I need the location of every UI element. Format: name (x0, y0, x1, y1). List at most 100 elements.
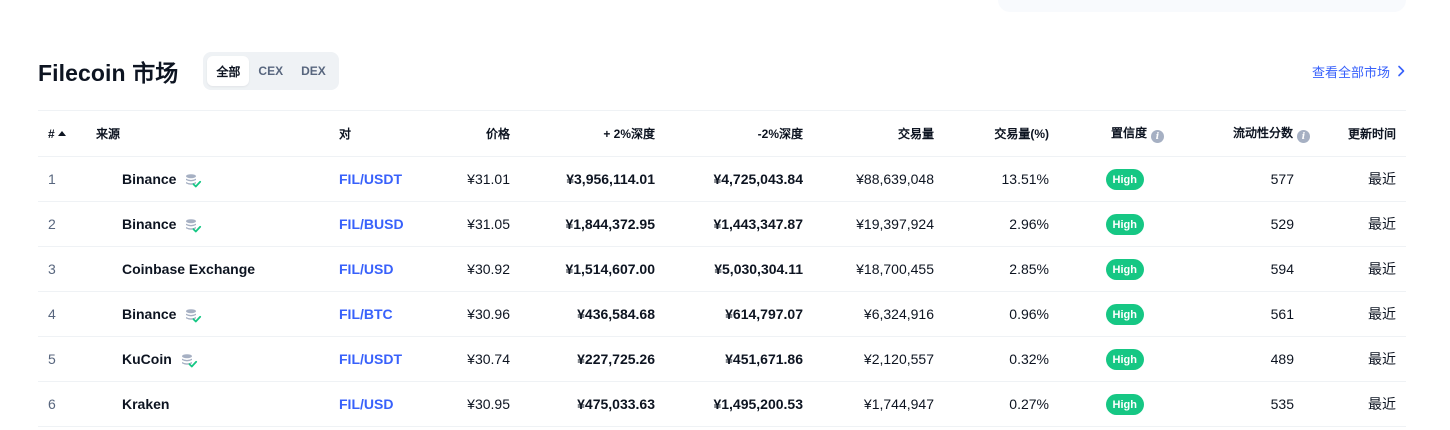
row-pair-link[interactable]: FIL/USDT (339, 336, 435, 382)
row-updated: 最近 (1312, 246, 1406, 292)
verified-reserves-icon[interactable] (184, 307, 202, 325)
confidence-badge[interactable]: High (1105, 303, 1144, 325)
col-pair-header[interactable]: 对 (339, 110, 435, 157)
row-depth-minus: ¥614,797.07 (655, 291, 803, 337)
table-row[interactable]: 3 Coinbase Exchange FIL/USD ¥30.92 ¥1,514,60… (38, 246, 1406, 292)
confidence-badge[interactable]: High (1105, 348, 1144, 370)
markets-table: # 来源 对 价格 + 2%深度 -2%深度 交易量 交易量(%) 置信度 i 流… (38, 110, 1406, 427)
row-source[interactable]: Coinbase Exchange (93, 246, 339, 292)
col-confidence-label: 置信度 (1110, 125, 1147, 140)
row-confidence: High (1049, 381, 1166, 427)
row-source[interactable]: Binance (93, 156, 339, 202)
row-volume-pct: 0.96% (934, 291, 1049, 337)
verified-reserves-icon[interactable] (180, 352, 198, 370)
top-card (998, 0, 1406, 12)
row-updated: 最近 (1312, 381, 1406, 427)
row-volume: ¥6,324,916 (803, 291, 934, 337)
row-volume-pct: 2.96% (934, 201, 1049, 247)
col-confidence-header[interactable]: 置信度 i (1049, 110, 1166, 157)
tab-cex[interactable]: CEX (249, 56, 292, 86)
col-depth-plus-header[interactable]: + 2%深度 (510, 110, 655, 157)
row-depth-minus: ¥5,030,304.11 (655, 246, 803, 292)
verified-reserves-icon[interactable] (184, 172, 202, 190)
row-depth-minus: ¥4,725,043.84 (655, 156, 803, 202)
row-volume: ¥1,744,947 (803, 381, 934, 427)
table-row[interactable]: 1 Binance FIL/USDT ¥31.01 ¥3,956,114.01 ¥4,72… (38, 156, 1406, 202)
row-depth-plus: ¥1,514,607.00 (510, 246, 655, 292)
row-liquidity: 561 (1166, 291, 1312, 337)
table-row[interactable]: 2 Binance FIL/BUSD ¥31.05 ¥1,844,372.95 ¥1,44… (38, 201, 1406, 247)
table-row[interactable]: 5 KuCoin FIL/USDT ¥30.74 ¥227,725.26 ¥451,671… (38, 336, 1406, 382)
row-source[interactable]: Binance (93, 291, 339, 337)
markets-header: Filecoin 市场 全部 CEX DEX 查看全部市场 (38, 52, 1406, 90)
row-updated: 最近 (1312, 156, 1406, 202)
confidence-badge[interactable]: High (1105, 168, 1144, 190)
row-depth-minus: ¥1,495,200.53 (655, 381, 803, 427)
table-header-row: # 来源 对 价格 + 2%深度 -2%深度 交易量 交易量(%) 置信度 i 流… (38, 110, 1406, 157)
confidence-badge[interactable]: High (1105, 393, 1144, 415)
row-depth-plus: ¥1,844,372.95 (510, 201, 655, 247)
row-confidence: High (1049, 156, 1166, 202)
table-row[interactable]: 4 Binance FIL/BTC ¥30.96 ¥436,584.68 ¥614,797… (38, 291, 1406, 337)
row-depth-plus: ¥436,584.68 (510, 291, 655, 337)
view-all-label: 查看全部市场 (1311, 64, 1390, 80)
col-source-header[interactable]: 来源 (93, 110, 339, 157)
row-volume: ¥19,397,924 (803, 201, 934, 247)
row-pair-link[interactable]: FIL/USD (339, 381, 435, 427)
confidence-badge[interactable]: High (1105, 213, 1144, 235)
col-liquidity-header[interactable]: 流动性分数 i (1166, 110, 1312, 157)
view-all-markets-link[interactable]: 查看全部市场 (1312, 62, 1406, 81)
row-volume-pct: 13.51% (934, 156, 1049, 202)
exchange-name: Kraken (122, 396, 170, 412)
row-confidence: High (1049, 336, 1166, 382)
col-liquidity-label: 流动性分数 (1232, 125, 1293, 140)
row-liquidity: 489 (1166, 336, 1312, 382)
col-volume-header[interactable]: 交易量 (803, 110, 934, 157)
row-pair-link[interactable]: FIL/USDT (339, 156, 435, 202)
exchange-name: Coinbase Exchange (122, 261, 256, 277)
page-title: Filecoin 市场 (38, 60, 179, 86)
liquidity-info-icon[interactable]: i (1297, 130, 1310, 144)
row-confidence: High (1049, 201, 1166, 247)
row-rank: 3 (38, 246, 93, 292)
row-liquidity: 529 (1166, 201, 1312, 247)
row-rank: 1 (38, 156, 93, 202)
row-liquidity: 594 (1166, 246, 1312, 292)
row-liquidity: 535 (1166, 381, 1312, 427)
col-price-header[interactable]: 价格 (435, 110, 510, 157)
col-updated-header[interactable]: 更新时间 (1312, 110, 1406, 157)
table-row[interactable]: 6 Kraken FIL/USD ¥30.95 ¥475,033.63 ¥1,495,20… (38, 381, 1406, 427)
row-pair-link[interactable]: FIL/BUSD (339, 201, 435, 247)
row-depth-plus: ¥227,725.26 (510, 336, 655, 382)
exchange-name: Binance (122, 216, 177, 232)
row-rank: 4 (38, 291, 93, 337)
row-source[interactable]: Kraken (93, 381, 339, 427)
markets-table-body: 1 Binance FIL/USDT ¥31.01 ¥3,956,114.01 ¥4,72… (38, 156, 1406, 427)
row-price: ¥30.74 (435, 336, 510, 382)
exchange-name: KuCoin (122, 351, 172, 367)
tab-all[interactable]: 全部 (207, 56, 250, 86)
row-depth-plus: ¥475,033.63 (510, 381, 655, 427)
row-updated: 最近 (1312, 201, 1406, 247)
verified-reserves-icon[interactable] (184, 217, 202, 235)
row-rank: 2 (38, 201, 93, 247)
tab-dex[interactable]: DEX (292, 56, 335, 86)
row-pair-link[interactable]: FIL/USD (339, 246, 435, 292)
confidence-info-icon[interactable]: i (1151, 130, 1164, 144)
confidence-badge[interactable]: High (1105, 258, 1144, 280)
row-updated: 最近 (1312, 291, 1406, 337)
col-volume-pct-header[interactable]: 交易量(%) (934, 110, 1049, 157)
exchange-name: Binance (122, 306, 177, 322)
col-depth-minus-header[interactable]: -2%深度 (655, 110, 803, 157)
row-volume: ¥2,120,557 (803, 336, 934, 382)
col-rank-label: # (48, 126, 55, 141)
row-updated: 最近 (1312, 336, 1406, 382)
row-volume-pct: 0.27% (934, 381, 1049, 427)
row-source[interactable]: Binance (93, 201, 339, 247)
col-rank-header[interactable]: # (38, 110, 93, 157)
row-source[interactable]: KuCoin (93, 336, 339, 382)
row-pair-link[interactable]: FIL/BTC (339, 291, 435, 337)
row-volume-pct: 0.32% (934, 336, 1049, 382)
row-price: ¥30.92 (435, 246, 510, 292)
row-rank: 5 (38, 336, 93, 382)
